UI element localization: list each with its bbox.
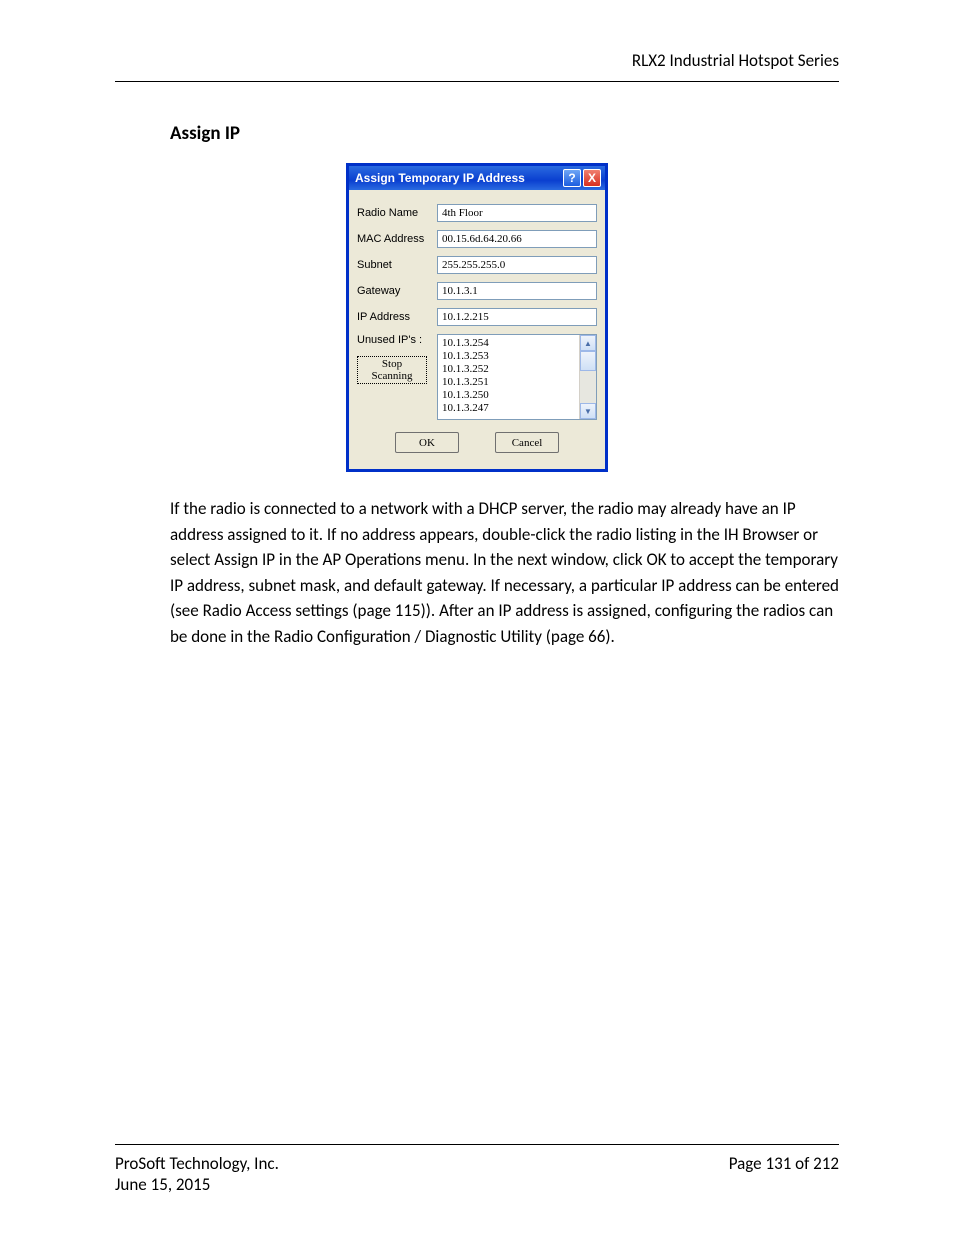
footer-company: ProSoft Technology, Inc. (115, 1153, 279, 1174)
page-footer: ProSoft Technology, Inc. June 15, 2015 P… (115, 1144, 839, 1195)
dialog-titlebar[interactable]: Assign Temporary IP Address ? X (349, 166, 605, 190)
section-heading: Assign IP (170, 122, 839, 145)
scroll-down-icon[interactable]: ▼ (580, 403, 596, 419)
mac-address-input[interactable] (437, 230, 597, 248)
help-icon[interactable]: ? (563, 169, 581, 187)
footer-date: June 15, 2015 (115, 1174, 279, 1195)
ok-button[interactable]: OK (395, 432, 459, 453)
listbox-scrollbar[interactable]: ▲ ▼ (579, 335, 596, 419)
footer-page-number: Page 131 of 212 (729, 1153, 839, 1195)
body-paragraph: If the radio is connected to a network w… (170, 496, 839, 649)
subnet-label: Subnet (357, 259, 437, 271)
dialog-body: Radio Name MAC Address Subnet Gateway IP… (349, 190, 605, 469)
unused-ips-listbox[interactable]: 10.1.3.254 10.1.3.253 10.1.3.252 10.1.3.… (437, 334, 597, 420)
list-item[interactable]: 10.1.3.253 (442, 350, 596, 363)
close-icon[interactable]: X (583, 169, 601, 187)
assign-ip-dialog: Assign Temporary IP Address ? X Radio Na… (346, 163, 608, 472)
mac-address-label: MAC Address (357, 233, 437, 245)
list-item[interactable]: 10.1.3.252 (442, 363, 596, 376)
list-item[interactable]: 10.1.3.247 (442, 402, 596, 415)
cancel-button[interactable]: Cancel (495, 432, 559, 453)
subnet-input[interactable] (437, 256, 597, 274)
list-item[interactable]: 10.1.3.250 (442, 389, 596, 402)
ip-address-input[interactable] (437, 308, 597, 326)
scroll-thumb[interactable] (580, 351, 596, 371)
scroll-track[interactable] (580, 351, 596, 403)
list-item[interactable]: 10.1.3.254 (442, 337, 596, 350)
scroll-up-icon[interactable]: ▲ (580, 335, 596, 351)
stop-scanning-button[interactable]: Stop Scanning (357, 356, 427, 384)
running-header: RLX2 Industrial Hotspot Series (115, 50, 839, 82)
document-page: RLX2 Industrial Hotspot Series Assign IP… (0, 0, 954, 1235)
list-item[interactable]: 10.1.3.251 (442, 376, 596, 389)
radio-name-input[interactable] (437, 204, 597, 222)
dialog-title: Assign Temporary IP Address (355, 171, 525, 185)
gateway-label: Gateway (357, 285, 437, 297)
unused-ips-label: Unused IP's : (357, 334, 437, 346)
radio-name-label: Radio Name (357, 207, 437, 219)
gateway-input[interactable] (437, 282, 597, 300)
ip-address-label: IP Address (357, 311, 437, 323)
